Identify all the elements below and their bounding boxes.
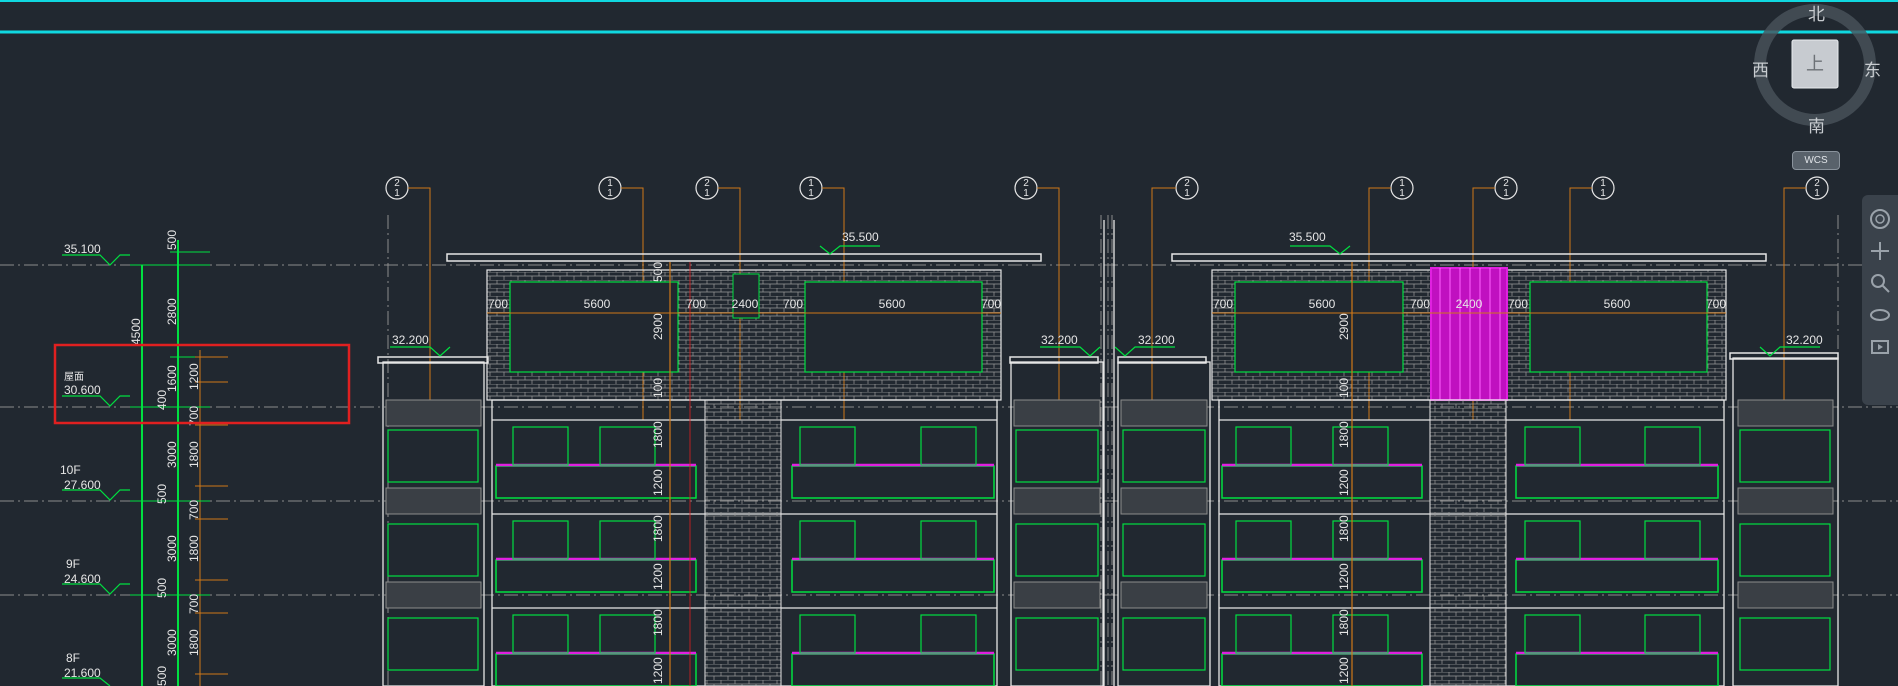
vertical-dim-text-right: 1800 xyxy=(1337,421,1351,448)
window-dim-text: 5600 xyxy=(1604,297,1631,311)
vertical-dim-text: 1800 xyxy=(651,609,665,636)
roof-elev-label: 32.200 xyxy=(392,333,429,347)
roof-elev-label: 35.500 xyxy=(1289,230,1326,244)
dim-left-inner: 1800 xyxy=(187,441,201,468)
dim-left-inner: 1800 xyxy=(187,535,201,562)
level-elev-2: 30.600 xyxy=(64,383,101,397)
dim-left-inner: 700 xyxy=(187,594,201,614)
level-elev-4: 24.600 xyxy=(64,572,101,586)
vertical-dim-text-right: 1200 xyxy=(1337,469,1351,496)
dim-left-inner: 1200 xyxy=(187,363,201,390)
vertical-dim-text-right: 1200 xyxy=(1337,657,1351,684)
dim-left: 3000 xyxy=(165,441,179,468)
callout-tag-sub: 1 xyxy=(1814,188,1820,199)
dim-left-inner: 1800 xyxy=(187,629,201,656)
showmotion-icon[interactable] xyxy=(1868,335,1892,359)
callout-tag-sub: 1 xyxy=(1503,188,1509,199)
viewcube-north[interactable]: 北 xyxy=(1808,0,1825,25)
callout-tag-sub: 1 xyxy=(1600,188,1606,199)
window-dim-text: 5600 xyxy=(1309,297,1336,311)
level-elev-5: 21.600 xyxy=(64,666,101,680)
dim-left: 500 xyxy=(155,484,169,504)
vertical-dim-text-right: 1200 xyxy=(1337,563,1351,590)
vertical-dim-text-right: 100 xyxy=(1337,378,1351,398)
roof-elev-label: 32.200 xyxy=(1138,333,1175,347)
viewcube-west[interactable]: 西 xyxy=(1752,56,1769,81)
level-name-3: 10F xyxy=(60,463,81,477)
dim-left: 2800 xyxy=(165,298,179,325)
level-name-4: 9F xyxy=(66,557,80,571)
window-dim-text: 700 xyxy=(783,297,803,311)
zoom-icon[interactable] xyxy=(1868,271,1892,295)
vertical-dim-text: 100 xyxy=(651,378,665,398)
level-elev-3: 27.600 xyxy=(64,478,101,492)
callout-tag-sub: 1 xyxy=(1023,188,1029,199)
dim-left: 500 xyxy=(155,578,169,598)
unit-windows xyxy=(512,426,1701,654)
stair-core-left xyxy=(704,399,782,686)
window-dim-text: 700 xyxy=(1508,297,1528,311)
louvers xyxy=(385,399,1834,609)
viewcube-face-label: 上 xyxy=(1806,54,1824,75)
dim-left: 1600 xyxy=(165,365,179,392)
pan-icon[interactable] xyxy=(1868,239,1892,263)
vertical-dim-text: 1200 xyxy=(651,563,665,590)
viewcube-icon[interactable]: 上 北 南 东 西 xyxy=(1752,0,1892,137)
vertical-dim-text: 1800 xyxy=(651,515,665,542)
penthouse-left xyxy=(486,269,1002,401)
callout-tag-sub: 1 xyxy=(1184,188,1190,199)
penthouse-right xyxy=(1211,267,1727,401)
callout-tag-sub: 1 xyxy=(1399,188,1405,199)
window-dim-text: 700 xyxy=(1213,297,1233,311)
window-dim-text: 2400 xyxy=(1456,297,1483,311)
window-dim-text: 700 xyxy=(1706,297,1726,311)
dim-left: 500 xyxy=(155,666,169,686)
window-dim-text: 700 xyxy=(488,297,508,311)
level-name-2: 屋面 xyxy=(64,371,84,383)
vertical-dim-text: 1800 xyxy=(651,421,665,448)
cad-drawing-canvas[interactable]: 35.100 屋面 30.600 10F 27.600 9F 24.600 8F… xyxy=(0,0,1898,686)
vertical-dim-text: 2900 xyxy=(651,313,665,340)
callout-tag-sub: 1 xyxy=(704,188,710,199)
level-name-5: 8F xyxy=(66,651,80,665)
orbit-icon[interactable] xyxy=(1868,303,1892,327)
roof-elev-label: 32.200 xyxy=(1041,333,1078,347)
vertical-dim-text-right: 1800 xyxy=(1337,609,1351,636)
window-dim-text: 700 xyxy=(981,297,1001,311)
dim-left: 4500 xyxy=(129,318,143,345)
callout-tag-sub: 1 xyxy=(808,188,814,199)
callout-tag-sub: 1 xyxy=(394,188,400,199)
callout-tags xyxy=(385,176,1829,200)
navigation-bar[interactable] xyxy=(1862,195,1898,405)
dim-left: 400 xyxy=(155,390,169,410)
stair-core-right xyxy=(1429,399,1507,686)
wcs-menu-button[interactable]: WCS xyxy=(1792,151,1840,170)
window-dim-text: 5600 xyxy=(879,297,906,311)
window-dim-text: 5600 xyxy=(584,297,611,311)
wheel-icon[interactable] xyxy=(1868,207,1892,231)
level-elev-1: 35.100 xyxy=(64,242,101,256)
window-dim-text: 700 xyxy=(1410,297,1430,311)
vertical-dim-text-right: 1800 xyxy=(1337,515,1351,542)
vertical-dim-text: 1200 xyxy=(651,657,665,684)
dim-left-inner: 700 xyxy=(187,500,201,520)
vertical-dim-text: 500 xyxy=(651,262,665,282)
viewcube-south[interactable]: 南 xyxy=(1808,112,1825,137)
vertical-dim-text: 1200 xyxy=(651,469,665,496)
dim-left: 3000 xyxy=(165,629,179,656)
window-dim-text: 2400 xyxy=(732,297,759,311)
dim-left: 500 xyxy=(165,230,179,250)
vertical-dim-text-right: 2900 xyxy=(1337,313,1351,340)
callout-tag-sub: 1 xyxy=(607,188,613,199)
viewcube-east[interactable]: 东 xyxy=(1864,56,1881,81)
elevation-scale xyxy=(130,240,228,686)
roof-elev-label: 32.200 xyxy=(1786,333,1823,347)
window-dim-text: 700 xyxy=(686,297,706,311)
roof-elev-label: 35.500 xyxy=(842,230,879,244)
dim-left: 3000 xyxy=(165,535,179,562)
